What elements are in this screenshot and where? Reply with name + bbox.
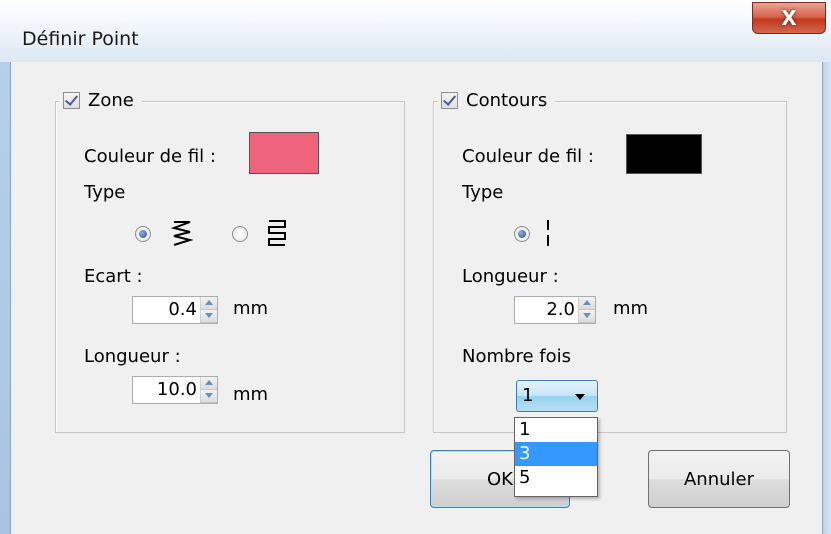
contours-type-dashed-radio[interactable] [514, 226, 530, 242]
contours-longueur-label: Longueur : [462, 266, 559, 287]
zone-longueur-spin-buttons [200, 377, 217, 403]
contours-longueur-spinner[interactable]: 2.0 [514, 296, 596, 324]
close-icon: X [781, 6, 797, 30]
zone-color-swatch[interactable] [249, 132, 319, 174]
contours-checkbox[interactable]: Contours [437, 90, 556, 111]
nombre-fois-dropdown-list: 1 3 5 [514, 417, 598, 497]
contours-color-label: Couleur de fil : [462, 146, 594, 167]
zone-checkbox-box[interactable] [63, 92, 80, 109]
spin-up-icon[interactable] [201, 297, 217, 310]
zone-longueur-label: Longueur : [84, 346, 181, 367]
zone-ecart-spin-buttons [200, 297, 217, 323]
zone-type-lines-radio[interactable] [232, 226, 248, 242]
contours-longueur-spin-buttons [578, 297, 595, 323]
zone-ecart-label: Ecart : [84, 266, 143, 287]
zone-ecart-spinner[interactable]: 0.4 [132, 296, 218, 324]
chevron-down-icon[interactable] [575, 394, 585, 400]
close-button[interactable]: X [752, 2, 826, 34]
cancel-button[interactable]: Annuler [648, 450, 790, 508]
parallel-lines-fill-icon [268, 220, 286, 246]
zone-longueur-value[interactable]: 10.0 [133, 377, 200, 403]
zone-type-zigzag-radio[interactable] [135, 226, 151, 242]
zone-ecart-value[interactable]: 0.4 [133, 297, 200, 323]
dropdown-option-highlighted[interactable]: 3 [515, 442, 597, 466]
contours-longueur-value[interactable]: 2.0 [515, 297, 578, 323]
contours-longueur-unit: mm [613, 298, 649, 319]
contours-checkbox-box[interactable] [441, 92, 458, 109]
zone-longueur-unit: mm [233, 384, 269, 405]
zone-color-label: Couleur de fil : [84, 146, 216, 167]
nombre-fois-select[interactable]: 1 [516, 380, 598, 412]
contours-checkbox-label: Contours [466, 90, 548, 111]
dropdown-option[interactable]: 1 [515, 418, 597, 442]
title-bar[interactable]: Définir Point X [0, 0, 831, 62]
spin-up-icon[interactable] [579, 297, 595, 310]
spin-down-icon[interactable] [579, 310, 595, 323]
contours-type-label: Type [462, 182, 504, 203]
dashed-line-icon [547, 220, 549, 246]
nombre-fois-selected-value: 1 [522, 385, 534, 406]
contours-color-swatch[interactable] [626, 134, 702, 174]
zone-type-label: Type [84, 182, 126, 203]
spin-down-icon[interactable] [201, 390, 217, 403]
zone-checkbox-label: Zone [88, 90, 134, 111]
contours-nombre-label: Nombre fois [462, 346, 571, 367]
spin-down-icon[interactable] [201, 310, 217, 323]
dropdown-option[interactable]: 5 [515, 466, 597, 490]
window-title: Définir Point [22, 28, 139, 50]
zone-longueur-spinner[interactable]: 10.0 [132, 376, 218, 404]
zone-ecart-unit: mm [233, 298, 269, 319]
zone-checkbox[interactable]: Zone [59, 90, 142, 111]
spin-up-icon[interactable] [201, 377, 217, 390]
zigzag-fill-icon [171, 221, 193, 246]
